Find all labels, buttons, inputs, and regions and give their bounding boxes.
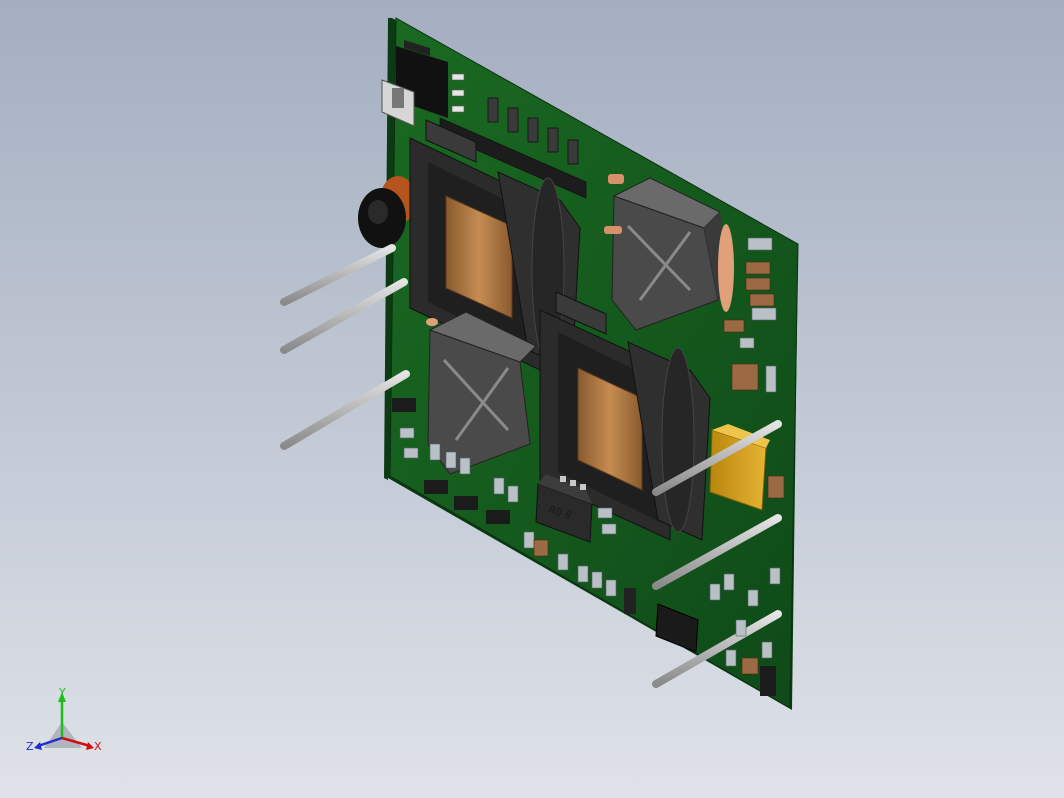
z-axis-label: Z [26, 740, 34, 753]
x-axis-label: X [94, 740, 102, 753]
y-axis-label: Y [58, 686, 66, 699]
pcb-model-view[interactable]: R0-8 [0, 0, 1064, 798]
axis-triad: Y X Z [26, 686, 102, 753]
cad-viewport[interactable]: R0-8 Y X Z [0, 0, 1064, 798]
header-pins [451, 73, 465, 113]
